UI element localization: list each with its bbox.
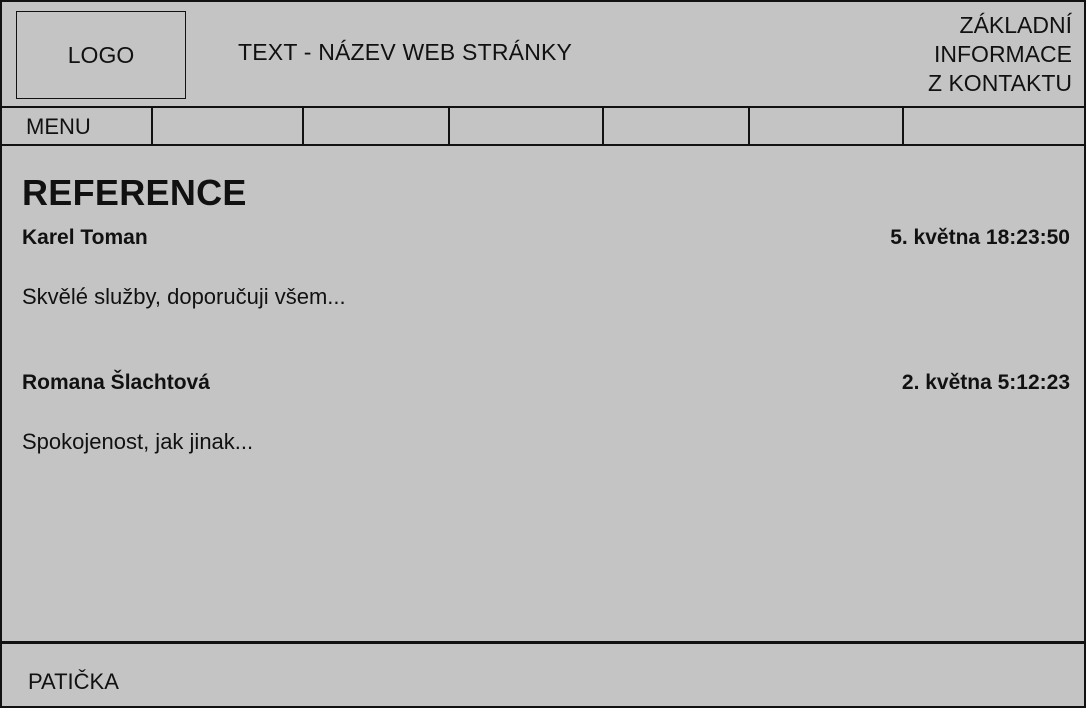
review-header: Karel Toman 5. května 18:23:50 [22,226,1070,250]
contact-info[interactable]: ZÁKLADNÍ INFORMACE Z KONTAKTU [928,11,1072,98]
menu-item[interactable] [450,108,604,144]
page-frame: LOGO TEXT - NÁZEV WEB STRÁNKY ZÁKLADNÍ I… [0,0,1086,708]
page-title: REFERENCE [22,172,247,213]
review-date: 5. května 18:23:50 [890,226,1070,249]
review-item: Romana Šlachtová 2. května 5:12:23 Spoko… [22,371,1070,455]
main-content: REFERENCE Karel Toman 5. května 18:23:50… [2,146,1084,644]
review-author: Karel Toman [22,226,148,249]
footer: PATIČKA [2,647,1084,708]
contact-line: ZÁKLADNÍ [959,12,1072,38]
review-item: Karel Toman 5. května 18:23:50 Skvělé sl… [22,226,1070,310]
contact-line: Z KONTAKTU [928,70,1072,96]
review-header: Romana Šlachtová 2. května 5:12:23 [22,371,1070,395]
footer-label: PATIČKA [28,669,119,694]
review-text: Spokojenost, jak jinak... [22,429,254,454]
site-title: TEXT - NÁZEV WEB STRÁNKY [238,39,573,65]
logo-text: LOGO [67,41,135,68]
menu-item[interactable] [904,108,1084,144]
menu-item[interactable] [304,108,450,144]
review-author: Romana Šlachtová [22,371,210,394]
menu-item[interactable] [750,108,904,144]
header: LOGO TEXT - NÁZEV WEB STRÁNKY ZÁKLADNÍ I… [2,2,1084,108]
menu-item[interactable] [604,108,750,144]
contact-line: INFORMACE [934,41,1072,67]
logo[interactable]: LOGO [16,11,186,99]
menu-item[interactable] [153,108,304,144]
review-date: 2. května 5:12:23 [901,371,1070,394]
main-menu: MENU [2,108,1084,146]
review-text: Skvělé služby, doporučuji všem... [22,284,346,309]
menu-item-menu[interactable]: MENU [2,108,153,144]
